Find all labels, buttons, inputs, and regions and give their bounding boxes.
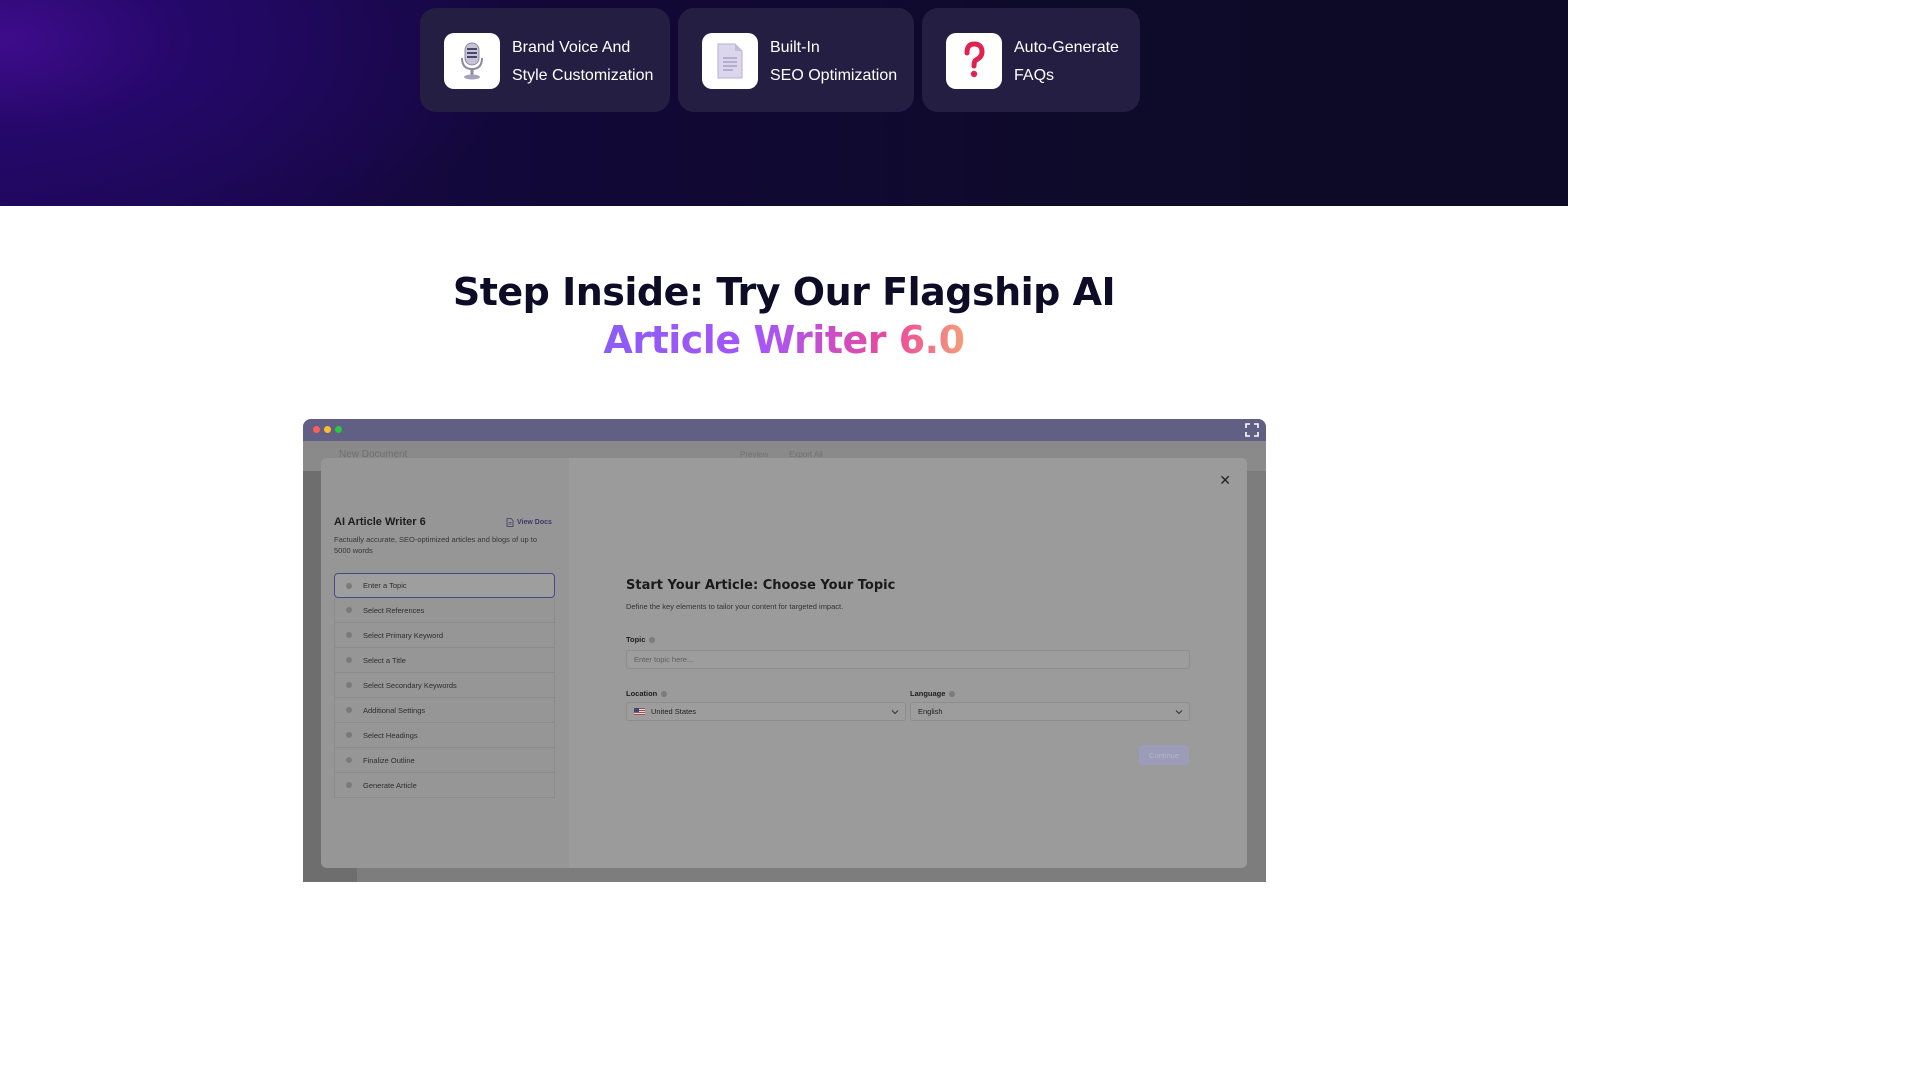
us-flag-icon [634, 708, 645, 715]
language-label: Language [910, 689, 956, 698]
modal-sidebar: AI Article Writer 6 View Docs Factually … [321, 458, 569, 868]
step-select-title[interactable]: Select a Title [334, 648, 555, 673]
feature-line-2: SEO Optimization [770, 67, 898, 84]
step-label: Select References [363, 605, 425, 615]
step-select-references[interactable]: Select References [334, 598, 555, 623]
step-bullet-icon [346, 757, 352, 763]
step-bullet-icon [346, 583, 352, 589]
app-description: Factually accurate, SEO-optimized articl… [334, 535, 538, 555]
language-label-text: Language [910, 689, 946, 698]
step-select-headings[interactable]: Select Headings [334, 723, 555, 748]
feature-text: Auto-Generate FAQs [1014, 34, 1119, 90]
step-bullet-icon [346, 632, 352, 638]
info-icon[interactable] [949, 690, 956, 697]
feature-line-1: Brand Voice And [512, 39, 631, 56]
step-bullet-icon [346, 732, 352, 738]
app-name: AI Article Writer 6 [334, 516, 426, 528]
feature-card-faqs: Auto-Generate FAQs [922, 8, 1140, 112]
info-icon[interactable] [649, 636, 656, 643]
feature-line-1: Built-In [770, 39, 820, 56]
form-title: Start Your Article: Choose Your Topic [626, 578, 896, 593]
feature-card-brand-voice: Brand Voice And Style Customization [420, 8, 670, 112]
step-label: Select a Title [363, 655, 406, 665]
step-enter-topic[interactable]: Enter a Topic [334, 573, 555, 598]
feature-line-1: Auto-Generate [1014, 39, 1119, 56]
heading-line-2: Article Writer 6.0 [603, 318, 965, 362]
heading-line-1: Step Inside: Try Our Flagship AI [452, 270, 1116, 314]
question-mark-icon [946, 33, 1002, 89]
modal-content: ✕ Start Your Article: Choose Your Topic … [569, 458, 1247, 868]
step-finalize-outline[interactable]: Finalize Outline [334, 748, 555, 773]
location-label-text: Location [626, 689, 658, 698]
microphone-icon [444, 33, 500, 89]
view-docs-link[interactable]: View Docs [506, 518, 552, 527]
docs-icon [506, 518, 514, 527]
article-writer-modal: AI Article Writer 6 View Docs Factually … [321, 458, 1247, 868]
document-icon [702, 33, 758, 89]
chevron-down-icon [1175, 710, 1183, 715]
step-bullet-icon [346, 782, 352, 788]
topic-input[interactable]: Enter topic here... [626, 650, 1190, 669]
step-generate-article[interactable]: Generate Article [334, 773, 555, 798]
feature-line-2: FAQs [1014, 67, 1055, 84]
location-value: United States [651, 707, 697, 716]
feature-line-2: Style Customization [512, 67, 654, 84]
step-label: Enter a Topic [363, 581, 407, 590]
hero-section: Brand Voice And Style Customization Buil… [0, 0, 1568, 206]
step-label: Finalize Outline [363, 755, 415, 765]
step-additional-settings[interactable]: Additional Settings [334, 698, 555, 723]
form-subtitle: Define the key elements to tailor your c… [626, 602, 844, 611]
topic-placeholder: Enter topic here... [634, 655, 694, 664]
step-bullet-icon [346, 657, 352, 663]
minimize-window-dot[interactable] [324, 426, 331, 433]
feature-text: Built-In SEO Optimization [770, 34, 897, 90]
step-label: Generate Article [363, 780, 417, 790]
expand-icon[interactable] [1244, 422, 1260, 438]
topic-label-text: Topic [626, 635, 646, 644]
chevron-down-icon [891, 710, 899, 715]
feature-card-seo: Built-In SEO Optimization [678, 8, 914, 112]
step-label: Additional Settings [363, 705, 426, 715]
step-bullet-icon [346, 707, 352, 713]
section-heading: Step Inside: Try Our Flagship AI Article… [0, 268, 1568, 364]
step-select-secondary-keywords[interactable]: Select Secondary Keywords [334, 673, 555, 698]
step-bullet-icon [346, 607, 352, 613]
close-window-dot[interactable] [313, 426, 320, 433]
app-background: New Document Preview Export All AI Artic… [303, 441, 1266, 882]
steps-list: Enter a Topic Select References Select P… [334, 573, 555, 798]
close-icon[interactable]: ✕ [1219, 473, 1231, 487]
location-label: Location [626, 689, 668, 698]
location-select[interactable]: United States [626, 702, 906, 721]
language-value: English [918, 707, 943, 716]
step-label: Select Secondary Keywords [363, 680, 457, 690]
app-window: New Document Preview Export All AI Artic… [303, 419, 1266, 882]
step-label: Select Primary Keyword [363, 630, 444, 640]
step-label: Select Headings [363, 730, 418, 740]
step-bullet-icon [346, 682, 352, 688]
step-select-primary-keyword[interactable]: Select Primary Keyword [334, 623, 555, 648]
feature-text: Brand Voice And Style Customization [512, 34, 653, 90]
language-select[interactable]: English [910, 702, 1190, 721]
view-docs-label: View Docs [517, 519, 552, 526]
continue-button[interactable]: Continue [1139, 745, 1189, 765]
info-icon[interactable] [661, 690, 668, 697]
window-titlebar [303, 419, 1266, 441]
maximize-window-dot[interactable] [335, 426, 342, 433]
topic-label: Topic [626, 635, 656, 644]
